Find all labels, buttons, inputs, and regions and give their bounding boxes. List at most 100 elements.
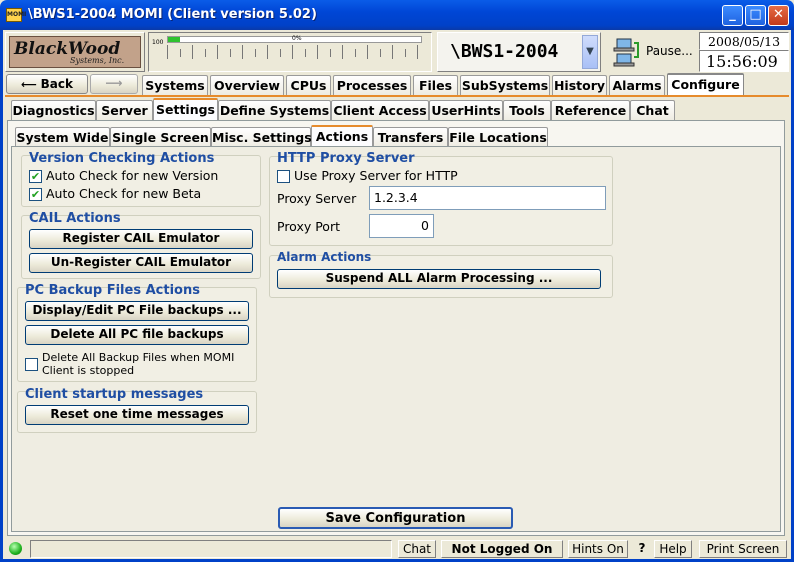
version-checking-title: Version Checking Actions: [29, 151, 215, 166]
computers-icon: [612, 37, 640, 67]
suspend-alarms-button[interactable]: Suspend ALL Alarm Processing ...: [277, 269, 601, 289]
delete-on-stop-checkbox[interactable]: [25, 358, 38, 371]
date-text: 2008/05/13: [708, 34, 781, 49]
nav-divider: [5, 95, 789, 97]
config-tab-userhints[interactable]: UserHints: [429, 100, 503, 120]
login-status[interactable]: Not Logged On: [441, 540, 563, 558]
gauge-tick: [304, 49, 306, 57]
forward-button[interactable]: ⟶: [90, 74, 138, 94]
settings-tab-transfers[interactable]: Transfers: [373, 127, 448, 147]
settings-tab-file-locations[interactable]: File Locations: [448, 127, 548, 147]
gauge-tick: [317, 45, 318, 59]
use-proxy-label: Use Proxy Server for HTTP: [294, 168, 458, 183]
tab-history[interactable]: History: [552, 75, 607, 95]
tab-alarms[interactable]: Alarms: [609, 75, 665, 95]
proxy-server-label: Proxy Server: [277, 191, 357, 206]
tab-systems[interactable]: Systems: [142, 75, 208, 95]
settings-tab-single-screen[interactable]: Single Screen: [110, 127, 211, 147]
backup-title: PC Backup Files Actions: [25, 283, 200, 298]
delete-on-stop-label: Delete All Backup Files when MOMI Client…: [42, 351, 234, 377]
display-backups-button[interactable]: Display/Edit PC File backups ...: [25, 301, 249, 321]
config-tab-diagnostics[interactable]: Diagnostics: [11, 100, 96, 120]
auto-check-version-checkbox[interactable]: ✔: [29, 170, 42, 183]
gauge-tick: [229, 49, 231, 57]
title-bar[interactable]: MOMI \BWS1-2004 MOMI (Client version 5.0…: [0, 0, 794, 30]
settings-tab-system-wide[interactable]: System Wide: [15, 127, 110, 147]
gauge-tick: [342, 45, 343, 59]
proxy-server-input[interactable]: 1.2.3.4: [369, 186, 606, 210]
tab-processes[interactable]: Processes: [333, 75, 411, 95]
register-cail-button[interactable]: Register CAIL Emulator: [29, 229, 253, 249]
logo: BlackWood Systems, Inc.: [9, 36, 141, 68]
auto-check-beta-checkbox[interactable]: ✔: [29, 188, 42, 201]
gauge-tick: [404, 49, 406, 57]
time-display: 15:56:09: [699, 50, 789, 72]
config-tab-client-access[interactable]: Client Access: [331, 100, 429, 120]
gauge-tick: [292, 45, 293, 59]
cpu-gauge: 100 0%: [148, 32, 432, 72]
back-label: Back: [40, 77, 73, 91]
pause-button[interactable]: Pause...: [604, 32, 696, 72]
config-tab-tools[interactable]: Tools: [503, 100, 551, 120]
maximize-button[interactable]: □: [745, 5, 766, 26]
app-icon: MOMI: [6, 8, 26, 22]
settings-tab-actions[interactable]: Actions: [311, 125, 373, 147]
auto-check-version-label: Auto Check for new Version: [46, 168, 219, 183]
server-selector[interactable]: \BWS1-2004 ▼: [437, 32, 601, 72]
gauge-tick: [417, 45, 418, 59]
gauge-fill: [168, 37, 180, 42]
gauge-tick: [242, 45, 243, 59]
gauge-tick: [167, 45, 168, 59]
tab-subsystems[interactable]: SubSystems: [460, 75, 550, 95]
tab-overview[interactable]: Overview: [210, 75, 284, 95]
chevron-down-icon[interactable]: ▼: [582, 35, 598, 69]
gauge-ticks: [167, 45, 422, 69]
tab-cpus[interactable]: CPUs: [286, 75, 331, 95]
use-proxy-checkbox[interactable]: [277, 170, 290, 183]
config-tab-settings[interactable]: Settings: [153, 98, 218, 120]
logo-panel: BlackWood Systems, Inc.: [5, 32, 145, 72]
back-button[interactable]: ⟵ Back: [6, 74, 88, 94]
reset-messages-button[interactable]: Reset one time messages: [25, 405, 249, 425]
save-configuration-button[interactable]: Save Configuration: [278, 507, 513, 529]
back-arrow-icon: ⟵: [21, 78, 41, 91]
pause-label: Pause...: [646, 44, 693, 58]
date-display: 2008/05/13: [699, 32, 789, 50]
gauge-tick: [179, 49, 181, 57]
gauge-tick: [192, 45, 193, 59]
connection-status-icon: [9, 542, 22, 555]
gauge-tick: [354, 49, 356, 57]
hints-toggle[interactable]: Hints On: [568, 540, 628, 558]
gauge-tick: [254, 49, 256, 57]
print-screen-button[interactable]: Print Screen: [699, 540, 787, 558]
time-text: 15:56:09: [706, 52, 778, 71]
config-tab-reference[interactable]: Reference: [551, 100, 630, 120]
proxy-port-label: Proxy Port: [277, 219, 340, 234]
proxy-port-input[interactable]: 0: [369, 214, 434, 238]
chat-status-button[interactable]: Chat: [398, 540, 436, 558]
tab-files[interactable]: Files: [413, 75, 458, 95]
alarm-title: Alarm Actions: [277, 250, 372, 264]
config-tab-chat[interactable]: Chat: [630, 100, 675, 120]
config-tab-define-systems[interactable]: Define Systems: [218, 100, 331, 120]
status-message: [30, 540, 392, 558]
auto-check-beta-label: Auto Check for new Beta: [46, 186, 202, 201]
close-button[interactable]: ✕: [768, 5, 789, 26]
minimize-button[interactable]: _: [722, 5, 743, 26]
forward-arrow-icon: ⟶: [105, 76, 123, 90]
tab-configure[interactable]: Configure: [667, 73, 744, 95]
config-tab-server[interactable]: Server: [96, 100, 153, 120]
unregister-cail-button[interactable]: Un-Register CAIL Emulator: [29, 253, 253, 273]
gauge-tick: [204, 49, 206, 57]
proxy-title: HTTP Proxy Server: [277, 151, 415, 166]
logo-subtext: Systems, Inc.: [70, 56, 125, 65]
gauge-bar: 0%: [167, 35, 422, 43]
gauge-percent: 0%: [292, 35, 302, 42]
settings-tab-misc-settings[interactable]: Misc. Settings: [211, 127, 312, 147]
gauge-max-label: 100: [152, 39, 164, 46]
cail-title: CAIL Actions: [29, 211, 121, 226]
delete-on-stop-line1: Delete All Backup Files when MOMI: [42, 351, 235, 364]
delete-backups-button[interactable]: Delete All PC file backups: [25, 325, 249, 345]
help-button[interactable]: Help: [654, 540, 692, 558]
help-question-icon[interactable]: ?: [634, 541, 650, 555]
